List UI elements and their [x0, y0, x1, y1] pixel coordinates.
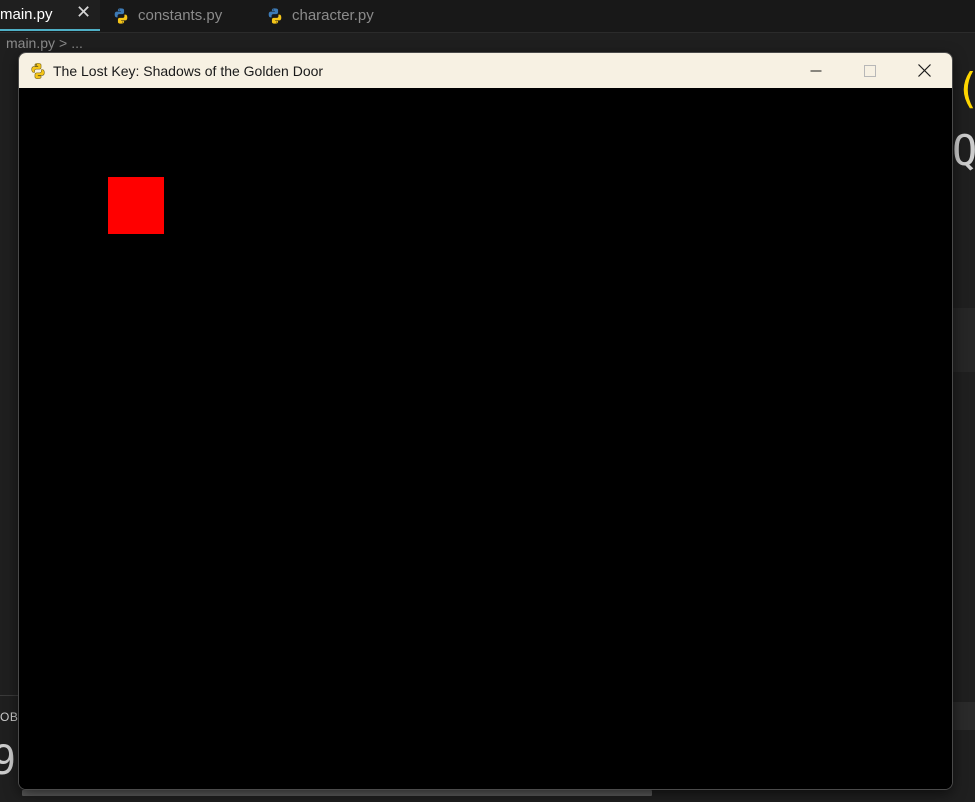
code-fragment-q: Q — [952, 126, 975, 175]
window-titlebar[interactable]: The Lost Key: Shadows of the Golden Door — [19, 53, 952, 88]
close-button[interactable] — [897, 53, 951, 88]
game-canvas[interactable] — [19, 88, 952, 789]
game-window: The Lost Key: Shadows of the Golden Door — [19, 53, 952, 789]
panel-divider — [0, 695, 20, 696]
maximize-button[interactable] — [843, 53, 897, 88]
editor-side-strip — [952, 702, 975, 730]
tab-label: constants.py — [138, 7, 223, 24]
tab-label: main.py — [0, 6, 53, 23]
horizontal-scrollbar[interactable] — [22, 790, 652, 796]
minimize-icon — [810, 70, 822, 71]
tab-character-py[interactable]: character.py — [266, 0, 416, 31]
tab-constants-py[interactable]: constants.py — [112, 0, 262, 31]
breadcrumb-rest[interactable]: ... — [71, 35, 83, 51]
maximize-icon — [864, 64, 876, 77]
tab-close-icon[interactable]: ✕ — [76, 2, 91, 23]
breadcrumb: main.py > ... — [6, 35, 83, 51]
editor-side-strip — [952, 308, 975, 372]
python-icon — [268, 7, 282, 24]
editor-tab-bar: main.py ✕ constants.py character.py — [0, 0, 975, 33]
python-icon — [114, 7, 128, 24]
window-title: The Lost Key: Shadows of the Golden Door — [53, 62, 324, 79]
player-square — [108, 177, 164, 234]
breadcrumb-file[interactable]: main.py — [6, 35, 55, 51]
code-fragment-paren: ( — [955, 64, 975, 113]
breadcrumb-separator: > — [59, 35, 68, 51]
close-icon — [917, 64, 931, 77]
minimize-button[interactable] — [789, 53, 843, 88]
tab-label: character.py — [292, 7, 374, 24]
pygame-snake-icon — [31, 62, 45, 79]
tab-main-py[interactable]: main.py ✕ — [0, 0, 100, 31]
